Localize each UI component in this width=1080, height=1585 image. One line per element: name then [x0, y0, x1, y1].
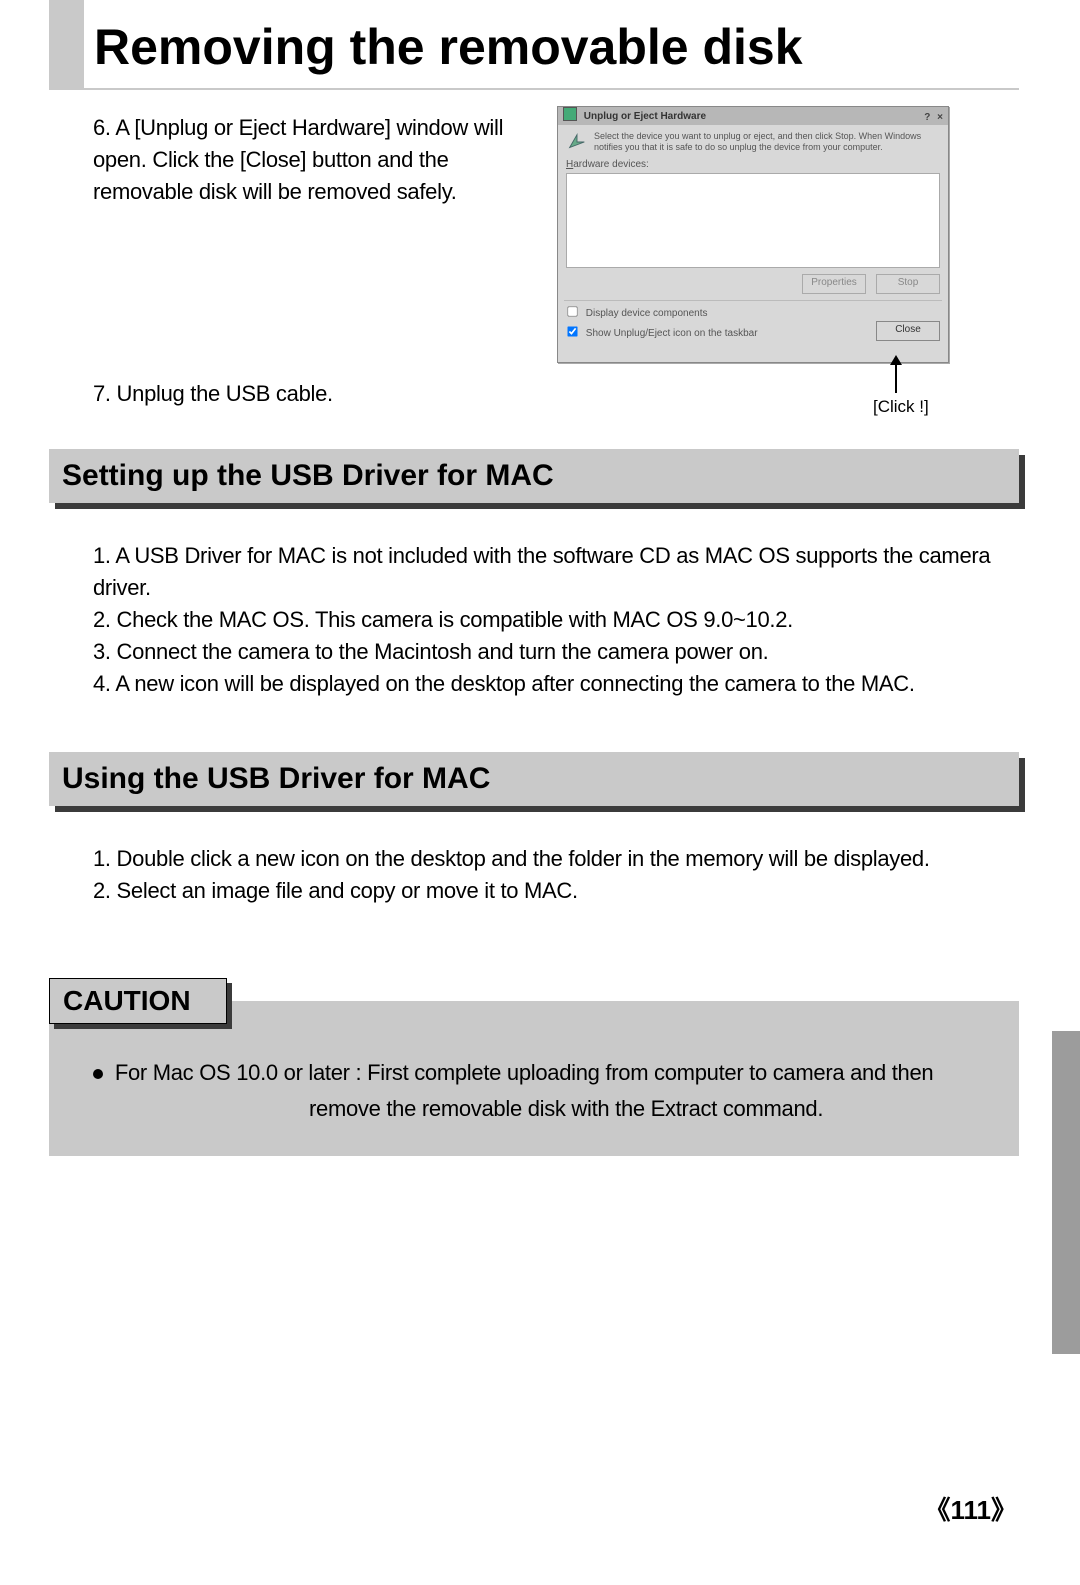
- click-callout: [Click !]: [873, 397, 929, 417]
- section-heading-using: Using the USB Driver for MAC: [49, 752, 1019, 806]
- show-icon-checkbox[interactable]: [567, 326, 577, 336]
- dialog-button-row-1: Properties Stop: [566, 274, 940, 294]
- list-item: 4. A new icon will be displayed on the d…: [93, 668, 1013, 700]
- caution-line-1: For Mac OS 10.0 or later : First complet…: [115, 1060, 934, 1085]
- caution-line-2: remove the removable disk with the Extra…: [309, 1091, 1013, 1127]
- list-item: 2. Select an image file and copy or move…: [93, 875, 1013, 907]
- page-title: Removing the removable disk: [94, 18, 803, 76]
- heading-bar: Setting up the USB Driver for MAC: [49, 449, 1019, 503]
- dialog-description-row: Select the device you want to unplug or …: [566, 131, 940, 153]
- list-item: 1. Double click a new icon on the deskto…: [93, 843, 1013, 875]
- eject-icon: [566, 131, 588, 153]
- hardware-devices-listbox[interactable]: [566, 173, 940, 268]
- heading-bar: Using the USB Driver for MAC: [49, 752, 1019, 806]
- caution-title: CAUTION: [63, 985, 191, 1017]
- hardware-devices-label: HHardware devices:ardware devices:: [566, 159, 940, 170]
- caution-title-box: CAUTION: [49, 978, 227, 1024]
- dialog-separator: [564, 300, 942, 301]
- properties-button[interactable]: Properties: [802, 274, 866, 294]
- show-icon-checkbox-row: Show Unplug/Eject icon on the taskbar: [566, 325, 868, 341]
- list-item: 2. Check the MAC OS. This camera is comp…: [93, 604, 1013, 636]
- title-rule: [49, 88, 1019, 90]
- close-button[interactable]: Close: [876, 321, 940, 341]
- show-icon-label: Show Unplug/Eject icon on the taskbar: [586, 328, 758, 339]
- display-components-checkbox[interactable]: [567, 306, 577, 316]
- left-gray-tab: [49, 0, 84, 90]
- dialog-window-buttons[interactable]: ? ×: [924, 109, 945, 127]
- dialog-titlebar: Unplug or Eject Hardware ? ×: [558, 107, 948, 125]
- step-7-text: 7. Unplug the USB cable.: [93, 378, 543, 410]
- list-item: 1. A USB Driver for MAC is not included …: [93, 540, 1013, 604]
- stop-button[interactable]: Stop: [876, 274, 940, 294]
- dialog-body: Select the device you want to unplug or …: [558, 125, 948, 345]
- document-page: Removing the removable disk 6. A [Unplug…: [0, 0, 1080, 1585]
- arrow-to-close-icon: [895, 363, 897, 393]
- section-setting-title: Setting up the USB Driver for MAC: [62, 459, 554, 493]
- caution-text: For Mac OS 10.0 or later : First complet…: [93, 1055, 1013, 1127]
- display-components-checkbox-row: Display device components: [566, 305, 940, 321]
- using-list: 1. Double click a new icon on the deskto…: [93, 843, 1013, 907]
- section-using-title: Using the USB Driver for MAC: [62, 762, 490, 796]
- dialog-title-text: Unplug or Eject Hardware: [584, 111, 706, 122]
- dialog-sys-icon: [563, 107, 577, 121]
- page-number: 《111》: [924, 1490, 1017, 1527]
- caution-title-bar: CAUTION: [49, 978, 227, 1024]
- bullet-icon: [93, 1069, 103, 1079]
- section-heading-setting: Setting up the USB Driver for MAC: [49, 449, 1019, 503]
- dialog-description-text: Select the device you want to unplug or …: [594, 131, 940, 153]
- list-item: 3. Connect the camera to the Macintosh a…: [93, 636, 1013, 668]
- right-gray-tab: [1052, 1031, 1080, 1354]
- setting-list: 1. A USB Driver for MAC is not included …: [93, 540, 1013, 700]
- step-6-text: 6. A [Unplug or Eject Hardware] window w…: [93, 112, 543, 208]
- unplug-eject-hardware-dialog: Unplug or Eject Hardware ? × Select the …: [557, 106, 949, 363]
- display-components-label: Display device components: [586, 308, 708, 319]
